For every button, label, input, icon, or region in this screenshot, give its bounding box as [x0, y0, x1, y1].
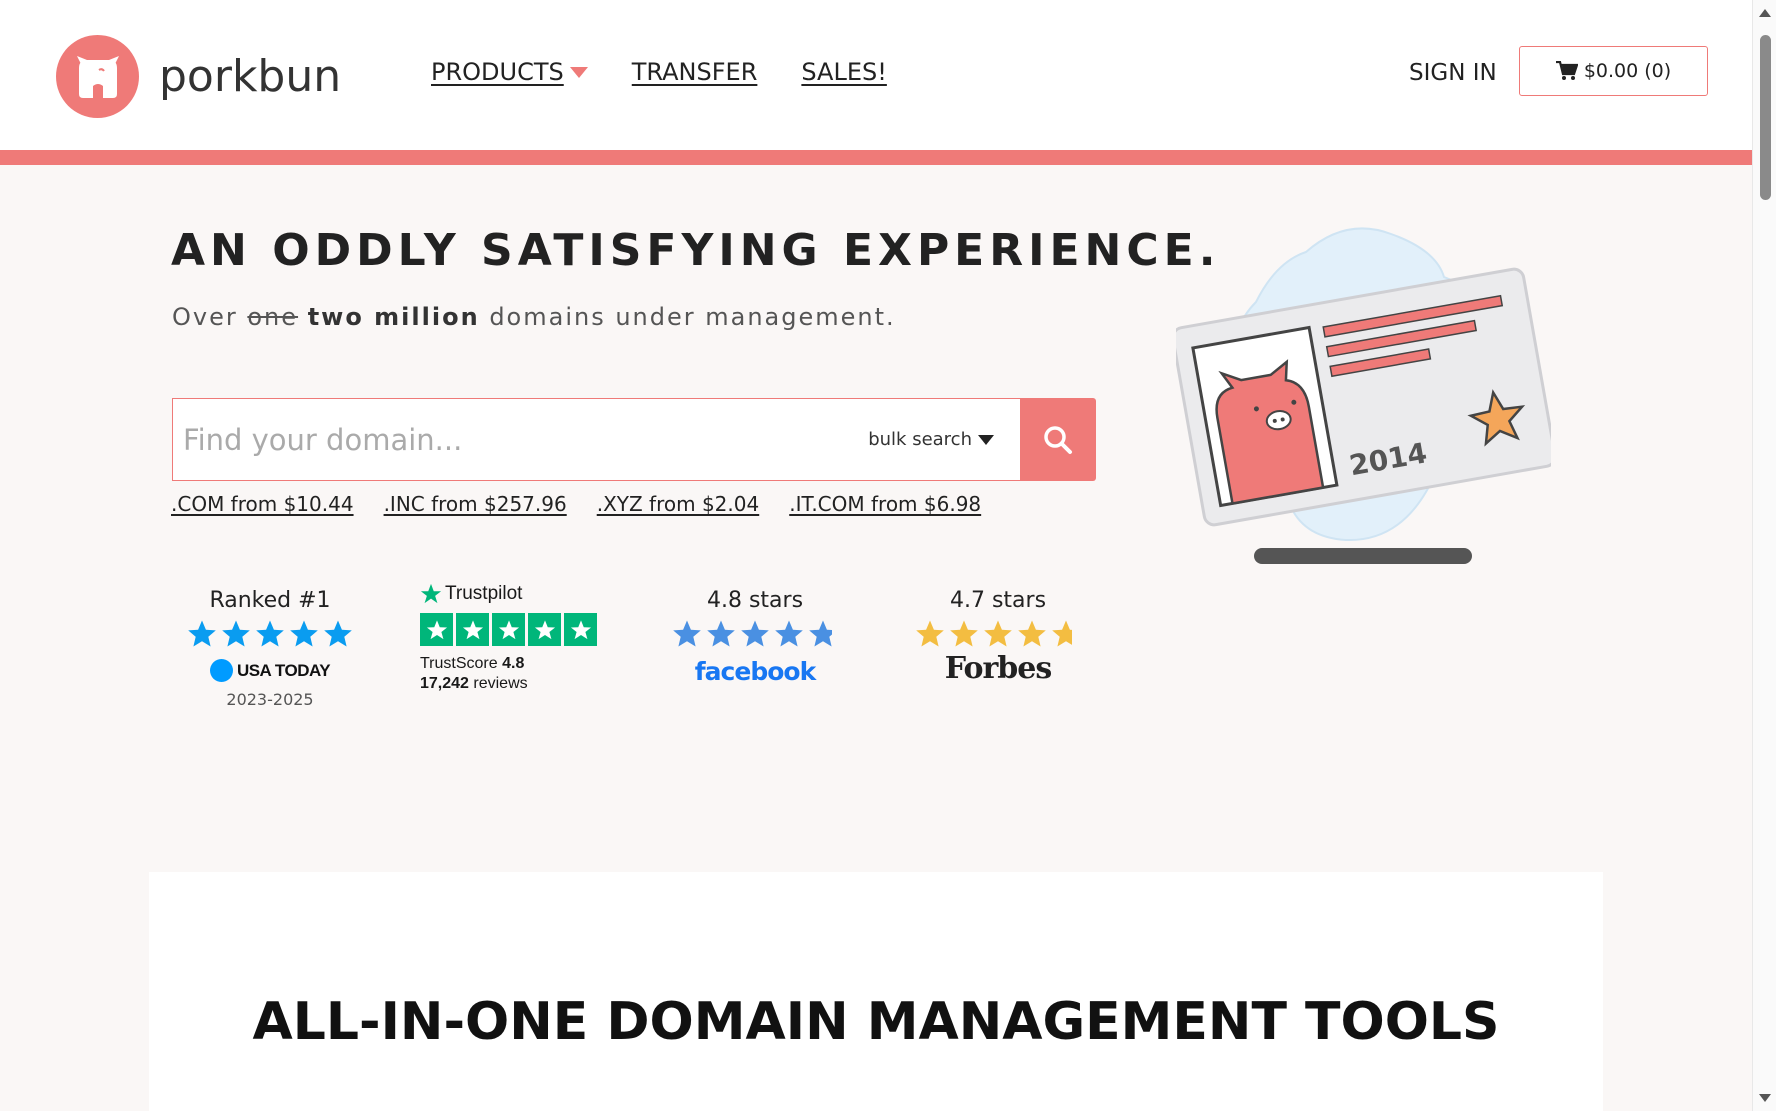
- usatoday-years: 2023-2025: [226, 690, 314, 709]
- star-icon: [1018, 620, 1046, 647]
- chevron-down-icon: [569, 66, 588, 78]
- trustpilot-star-box: [492, 613, 525, 646]
- usatoday-brand: USA TODAY: [236, 660, 331, 680]
- reviews-label: reviews: [473, 675, 528, 692]
- hero-headline: AN ODDLY SATISFYING EXPERIENCE.: [171, 225, 1221, 276]
- star-icon: [984, 620, 1012, 647]
- tld-link-inc[interactable]: .INC from $257.96: [384, 492, 567, 516]
- trustscore-label: TrustScore: [420, 655, 498, 672]
- star-icon: [462, 619, 483, 639]
- star-icon: [809, 620, 832, 647]
- brand-name: porkbun: [159, 51, 342, 102]
- caret-down-icon: [978, 434, 994, 445]
- star-icon: [775, 620, 803, 647]
- search-field: bulk search: [172, 398, 1020, 481]
- subline-strike: one: [247, 303, 299, 331]
- facebook-stars: [660, 619, 850, 649]
- tld-link-com[interactable]: .COM from $10.44: [171, 492, 354, 516]
- bulk-search-toggle[interactable]: bulk search: [868, 429, 1010, 450]
- forbes-logo: Forbes: [944, 651, 1052, 686]
- page-scrollbar[interactable]: [1752, 0, 1776, 1111]
- trustpilot-star-icon: [420, 583, 442, 604]
- bulk-search-label: bulk search: [868, 429, 972, 450]
- pig-logo-icon: [56, 35, 139, 118]
- forbes-rating: 4.7 stars Forbes: [903, 588, 1093, 686]
- search-button[interactable]: [1020, 398, 1096, 481]
- trustpilot-brand: Trustpilot: [445, 583, 523, 604]
- nav-transfer[interactable]: TRANSFER: [632, 58, 758, 86]
- main-nav: PRODUCTS TRANSFER SALES!: [431, 58, 887, 86]
- trustpilot-rating: Trustpilot TrustScore 4.8 17,242 reviews: [420, 583, 597, 694]
- usatoday-dot-icon: [209, 659, 233, 682]
- usatoday-stars: [183, 619, 357, 649]
- trustpilot-stars: [420, 613, 597, 646]
- trustpilot-star-box: [528, 613, 561, 646]
- site-header: porkbun PRODUCTS TRANSFER SALES! SIGN IN…: [0, 0, 1752, 150]
- scroll-thumb[interactable]: [1760, 35, 1771, 200]
- star-icon: [570, 619, 591, 639]
- facebook-logo: facebook: [694, 657, 816, 686]
- hero-subline: Over one two million domains under manag…: [172, 303, 896, 331]
- usatoday-rank: Ranked #1: [209, 588, 331, 613]
- star-icon: [1052, 620, 1072, 647]
- trustpilot-star-box: [420, 613, 453, 646]
- tools-title: ALL-IN-ONE DOMAIN MANAGEMENT TOOLS: [252, 992, 1500, 1052]
- facebook-rating: 4.8 stars facebook: [660, 588, 850, 686]
- domain-search: bulk search: [172, 398, 1096, 481]
- scroll-up-icon[interactable]: [1759, 9, 1771, 17]
- star-icon: [222, 620, 250, 647]
- tld-link-xyz[interactable]: .XYZ from $2.04: [597, 492, 760, 516]
- subline-over: Over: [172, 303, 238, 331]
- porkbun-logo[interactable]: porkbun: [56, 35, 341, 118]
- forbes-stars-label: 4.7 stars: [949, 588, 1047, 613]
- star-icon: [673, 620, 701, 647]
- cart-button[interactable]: $0.00 (0): [1519, 46, 1708, 96]
- nav-products[interactable]: PRODUCTS: [431, 58, 588, 86]
- usatoday-rating: Ranked #1 USA TODAY 2023-2025: [183, 588, 357, 709]
- cart-total: $0.00 (0): [1583, 60, 1672, 82]
- header-stripe: [0, 150, 1752, 165]
- star-icon: [290, 620, 318, 647]
- sign-in-link[interactable]: SIGN IN: [1409, 60, 1497, 86]
- facebook-stars-label: 4.8 stars: [706, 588, 804, 613]
- nav-products-label: PRODUCTS: [431, 58, 564, 86]
- tools-section: ALL-IN-ONE DOMAIN MANAGEMENT TOOLS: [149, 872, 1603, 1111]
- trustpilot-logo: Trustpilot: [420, 583, 597, 605]
- star-icon: [707, 620, 735, 647]
- forbes-stars: [903, 619, 1093, 649]
- tld-price-links: .COM from $10.44 .INC from $257.96 .XYZ …: [171, 492, 981, 516]
- star-icon: [534, 619, 555, 639]
- star-icon: [916, 620, 944, 647]
- star-icon: [741, 620, 769, 647]
- usatoday-logo: USA TODAY: [183, 659, 357, 682]
- star-icon: [188, 620, 216, 647]
- pig-id-card-illustration: 2014: [1171, 222, 1557, 567]
- trustscore-value: 4.8: [502, 655, 525, 672]
- scroll-down-icon[interactable]: [1759, 1094, 1771, 1102]
- subline-bold: two million: [307, 303, 480, 331]
- star-icon: [498, 619, 519, 639]
- nav-sales[interactable]: SALES!: [801, 58, 887, 86]
- star-icon: [324, 620, 352, 647]
- reviews-count: 17,242: [420, 675, 469, 692]
- trustpilot-score: TrustScore 4.8 17,242 reviews: [420, 654, 597, 694]
- subline-rest: domains under management.: [489, 303, 896, 331]
- cart-icon: [1555, 61, 1578, 80]
- star-icon: [426, 619, 447, 639]
- search-icon: [1044, 425, 1072, 454]
- trustpilot-star-box: [456, 613, 489, 646]
- domain-search-input[interactable]: [183, 422, 869, 457]
- star-icon: [256, 620, 284, 647]
- star-icon: [950, 620, 978, 647]
- trustpilot-star-box: [564, 613, 597, 646]
- tld-link-itcom[interactable]: .IT.COM from $6.98: [789, 492, 981, 516]
